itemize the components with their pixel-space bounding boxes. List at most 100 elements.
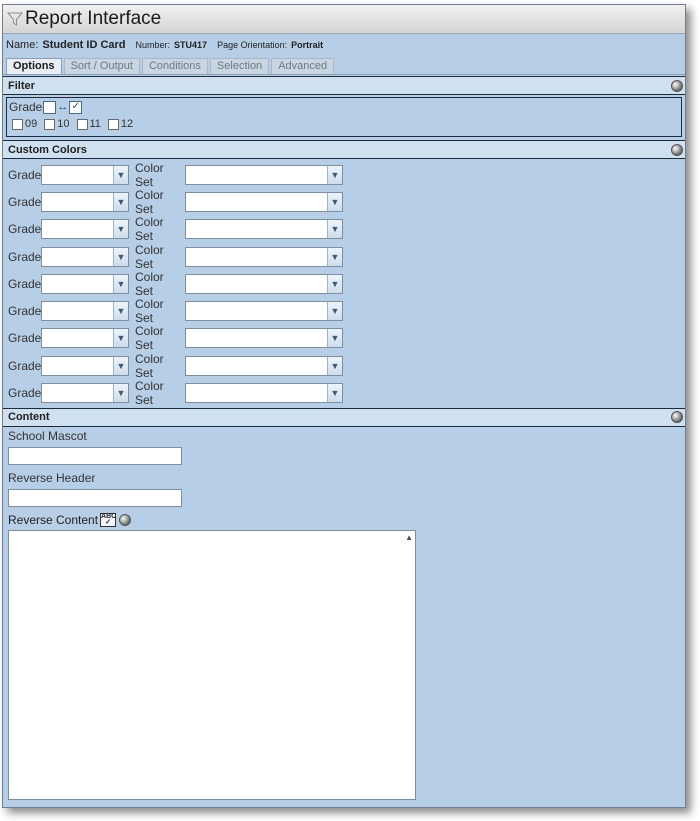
- grade-label: Grade: [8, 276, 42, 291]
- color-set-label: Color Set: [135, 187, 164, 216]
- report-window: Report Interface Name: Student ID Card N…: [2, 4, 686, 808]
- color-set-select[interactable]: ▼: [185, 191, 343, 212]
- grade-label: Grade: [8, 386, 42, 401]
- chevron-down-icon[interactable]: ▼: [113, 165, 128, 184]
- color-set-select[interactable]: ▼: [185, 355, 343, 376]
- color-set-select[interactable]: ▼: [185, 164, 343, 185]
- toggle-arrow-icon[interactable]: ↔: [57, 101, 68, 113]
- number-value: STU417: [174, 40, 208, 50]
- reverse-header-input[interactable]: [8, 488, 182, 507]
- tab-bar: Options Sort / Output Conditions Selecti…: [3, 58, 685, 75]
- grade-select[interactable]: ▼: [41, 355, 129, 376]
- color-set-select[interactable]: ▼: [185, 246, 343, 267]
- chevron-down-icon[interactable]: ▼: [327, 274, 342, 293]
- filter-header-label: Filter: [8, 79, 35, 92]
- content-section-header[interactable]: Content: [3, 407, 685, 427]
- grade-checkbox-12[interactable]: [107, 118, 119, 130]
- reverse-content-row: Reverse Content ABC ✓: [8, 512, 680, 529]
- chevron-down-icon[interactable]: ▼: [113, 329, 128, 348]
- chevron-down-icon[interactable]: ▼: [113, 192, 128, 211]
- color-set-label: Color Set: [135, 297, 164, 326]
- chevron-down-icon[interactable]: ▼: [327, 384, 342, 403]
- tab-sort-output[interactable]: Sort / Output: [63, 58, 140, 74]
- grade-checkbox-label: 12: [120, 118, 134, 130]
- chevron-down-icon[interactable]: ▼: [327, 165, 342, 184]
- grade-select[interactable]: ▼: [41, 191, 129, 212]
- grade-checkbox-11[interactable]: [76, 118, 88, 130]
- orientation-label: Page Orientation:: [217, 40, 288, 50]
- color-row: Grade ▼ Color Set ▼: [8, 379, 685, 408]
- color-row: Grade ▼ Color Set ▼: [8, 324, 685, 353]
- select-all-check-icon[interactable]: ✓: [69, 100, 83, 114]
- grade-label: Grade: [8, 304, 42, 319]
- color-set-label: Color Set: [135, 269, 164, 298]
- color-row: Grade ▼ Color Set ▼: [8, 187, 685, 216]
- chevron-down-icon[interactable]: ▼: [327, 247, 342, 266]
- color-set-label: Color Set: [135, 351, 164, 380]
- custom-colors-header-label: Custom Colors: [8, 143, 87, 156]
- color-set-label: Color Set: [135, 160, 164, 189]
- grade-label: Grade: [8, 331, 42, 346]
- color-row: Grade ▼ Color Set ▼: [8, 351, 685, 380]
- tab-conditions[interactable]: Conditions: [141, 58, 208, 74]
- grade-checkbox-09[interactable]: [12, 118, 23, 130]
- color-set-select[interactable]: ▼: [185, 301, 343, 322]
- filter-section-header[interactable]: Filter: [3, 76, 685, 95]
- name-label: Name:: [6, 39, 39, 51]
- globe-icon[interactable]: [119, 514, 132, 527]
- grade-list-icon[interactable]: [43, 100, 57, 114]
- chevron-down-icon[interactable]: ▼: [113, 384, 128, 403]
- chevron-down-icon[interactable]: ▼: [113, 247, 128, 266]
- grade-checkbox-label: 11: [89, 118, 101, 130]
- spellcheck-icon[interactable]: ABC ✓: [100, 513, 116, 528]
- globe-icon[interactable]: [671, 143, 683, 156]
- color-row: Grade ▼ Color Set ▼: [8, 215, 685, 243]
- scroll-up-icon[interactable]: ▲: [405, 533, 413, 542]
- chevron-down-icon[interactable]: ▼: [327, 329, 342, 348]
- chevron-down-icon[interactable]: ▼: [113, 302, 128, 321]
- reverse-content-textarea[interactable]: ▲: [8, 529, 416, 800]
- tab-selection[interactable]: Selection: [209, 58, 270, 74]
- report-info-bar: Name: Student ID Card Number: STU417 Pag…: [3, 34, 685, 56]
- chevron-down-icon[interactable]: ▼: [327, 302, 342, 321]
- grade-select[interactable]: ▼: [41, 273, 129, 294]
- grade-checkbox-label: 09: [25, 118, 38, 130]
- color-set-select[interactable]: ▼: [185, 383, 343, 404]
- color-set-select[interactable]: ▼: [185, 328, 343, 349]
- grade-checkboxes: 09 10 11 12: [9, 115, 679, 133]
- chevron-down-icon[interactable]: ▼: [113, 356, 128, 375]
- color-set-select[interactable]: ▼: [185, 273, 343, 294]
- chevron-down-icon[interactable]: ▼: [327, 220, 342, 239]
- grade-select[interactable]: ▼: [41, 301, 129, 322]
- grade-select[interactable]: ▼: [41, 164, 129, 185]
- reverse-header-label: Reverse Header: [8, 470, 96, 485]
- grade-label: Grade: [8, 249, 42, 264]
- grade-select[interactable]: ▼: [41, 246, 129, 267]
- school-mascot-label: School Mascot: [8, 428, 87, 443]
- grade-select[interactable]: ▼: [41, 328, 129, 349]
- chevron-down-icon[interactable]: ▼: [113, 220, 128, 239]
- chevron-down-icon[interactable]: ▼: [327, 192, 342, 211]
- globe-icon[interactable]: [671, 79, 683, 92]
- orientation-value: Portrait: [291, 40, 324, 50]
- tab-options[interactable]: Options: [6, 58, 62, 74]
- reverse-content-label: Reverse Content: [8, 513, 99, 528]
- globe-icon[interactable]: [671, 411, 683, 424]
- color-set-select[interactable]: ▼: [185, 219, 343, 240]
- school-mascot-input[interactable]: [8, 446, 182, 465]
- grade-select[interactable]: ▼: [41, 219, 129, 240]
- name-value: Student ID Card: [42, 39, 126, 51]
- grade-select[interactable]: ▼: [41, 383, 129, 404]
- color-set-label: Color Set: [135, 324, 164, 353]
- grade-filter-label: Grade: [9, 100, 43, 114]
- content-area: School Mascot Reverse Header Reverse Con…: [3, 428, 685, 800]
- custom-colors-section-header[interactable]: Custom Colors: [3, 140, 685, 159]
- grade-checkbox-10[interactable]: [44, 118, 56, 130]
- filter-box: Grade ↔ ✓ 09 10 11 12: [6, 97, 682, 137]
- chevron-down-icon[interactable]: ▼: [327, 356, 342, 375]
- grade-label: Grade: [8, 167, 42, 182]
- tab-advanced[interactable]: Advanced: [271, 58, 335, 74]
- chevron-down-icon[interactable]: ▼: [113, 274, 128, 293]
- grade-checkbox-label: 10: [57, 118, 70, 130]
- color-set-label: Color Set: [135, 379, 164, 408]
